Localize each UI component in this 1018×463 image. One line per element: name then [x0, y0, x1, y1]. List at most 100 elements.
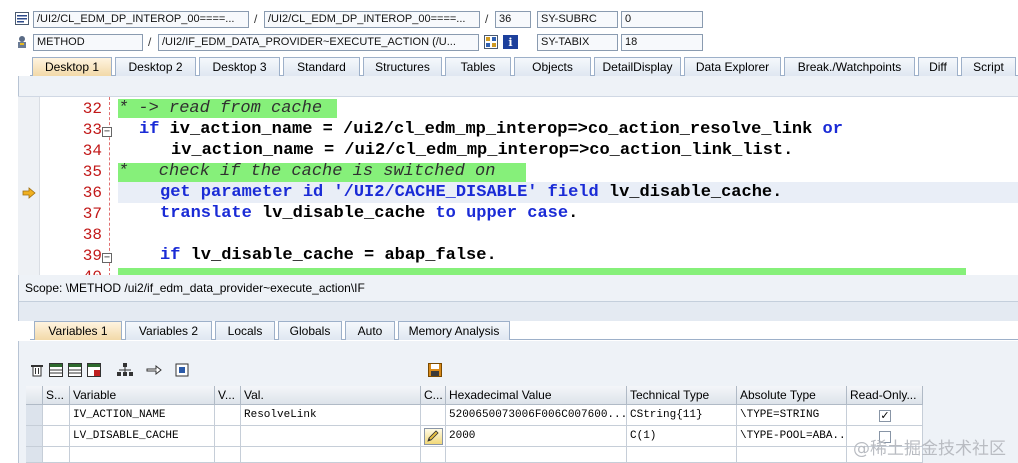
tab-desktop-3[interactable]: Desktop 3 — [199, 57, 280, 76]
tab-diff[interactable]: Diff — [918, 57, 958, 76]
table-settings-icon[interactable] — [86, 363, 102, 379]
tab-break-watchpoints[interactable]: Break./Watchpoints — [784, 57, 915, 76]
table-cell-empty — [737, 447, 847, 463]
program-field[interactable]: /UI2/CL_EDM_DP_INTEROP_00====... — [33, 11, 249, 28]
table-cell-value[interactable]: ResolveLink — [241, 405, 421, 426]
column-header-selector[interactable] — [26, 386, 43, 405]
code-line-39: if lv_disable_cache = abap_false. — [160, 245, 497, 266]
tab-objects[interactable]: Objects — [514, 57, 591, 76]
include-field[interactable]: /UI2/CL_EDM_DP_INTEROP_00====... — [264, 11, 480, 28]
tab-tables[interactable]: Tables — [445, 57, 511, 76]
watermark-text: @稀土掘金技术社区 — [853, 439, 1006, 459]
table-cell-empty — [627, 447, 737, 463]
tab-globals[interactable]: Globals — [278, 321, 342, 340]
tab-auto[interactable]: Auto — [345, 321, 395, 340]
tab-desktop-1[interactable]: Desktop 1 — [32, 57, 112, 76]
row-selector[interactable] — [26, 447, 43, 463]
tab-script[interactable]: Script — [961, 57, 1016, 76]
separator: / — [485, 12, 489, 26]
line-numbers: 32 33 34 35 36 37 38 39 40 — [40, 97, 110, 275]
column-header-value[interactable]: Val. — [241, 386, 421, 405]
splitter[interactable] — [18, 301, 1018, 321]
sysfield-value-1[interactable]: 0 — [621, 11, 703, 28]
delete-icon[interactable] — [29, 363, 45, 379]
table-cell-status — [43, 405, 70, 426]
save-icon[interactable] — [427, 363, 443, 379]
fold-toggle-icon[interactable]: − — [102, 127, 112, 137]
table-cell-v — [215, 405, 241, 426]
tab-detail-display[interactable]: DetailDisplay — [594, 57, 681, 76]
margin-line — [109, 97, 110, 275]
column-header-c[interactable]: C... — [421, 386, 446, 405]
table-cell-empty[interactable] — [70, 447, 215, 463]
string-literal: '/UI2/CACHE_DISABLE' — [323, 183, 548, 202]
table-cell-variable[interactable]: IV_ACTION_NAME — [70, 405, 215, 426]
table-cell-empty — [241, 447, 421, 463]
line-number: 35 — [82, 163, 102, 181]
edit-pencil-icon[interactable] — [424, 428, 443, 445]
code-text: lv_disable_cache = abap_false. — [180, 246, 497, 265]
event-field[interactable]: /UI2/IF_EDM_DATA_PROVIDER~EXECUTE_ACTION… — [158, 34, 479, 51]
program-icon — [14, 11, 29, 26]
line-number: 39 — [82, 247, 102, 265]
comment-text: * check if the cache is switched on — [118, 162, 496, 181]
code-text: iv_action_name = /ui2/cl_edm_mp_interop=… — [171, 141, 794, 160]
code-line-36: get parameter id '/UI2/CACHE_DISABLE' fi… — [160, 182, 782, 203]
code-line-33: if iv_action_name = /ui2/cl_edm_mp_inter… — [139, 119, 843, 140]
line-number: 40 — [42, 267, 102, 275]
keyword: get parameter id — [160, 183, 324, 202]
tab-locals[interactable]: Locals — [215, 321, 275, 340]
tab-variables-2[interactable]: Variables 2 — [125, 321, 212, 340]
table-cell-hex: 2000 — [446, 426, 627, 447]
object-list-icon[interactable] — [483, 34, 498, 49]
breakpoint-gutter[interactable] — [18, 97, 40, 275]
column-header-technical-type[interactable]: Technical Type — [627, 386, 737, 405]
filter-icon[interactable] — [174, 363, 190, 379]
line-number: 34 — [82, 142, 102, 160]
tab-data-explorer[interactable]: Data Explorer — [684, 57, 781, 76]
table-view-icon[interactable] — [48, 363, 64, 379]
sysfield-name-1[interactable]: SY-SUBRC — [537, 11, 618, 28]
line-number: 37 — [82, 205, 102, 223]
table-edit-icon[interactable] — [67, 363, 83, 379]
fold-toggle-icon[interactable]: − — [102, 253, 112, 263]
event-type-field[interactable]: METHOD — [33, 34, 143, 51]
column-header-variable[interactable]: Variable — [70, 386, 215, 405]
sysfield-value-2[interactable]: 18 — [621, 34, 703, 51]
line-number-field[interactable]: 36 — [495, 11, 531, 28]
read-only-checkbox: ✓ — [879, 410, 891, 422]
source-editor[interactable]: 32 33 34 35 36 37 38 39 40 − − * -> read… — [18, 96, 1018, 275]
keyword: or — [822, 120, 843, 139]
column-header-read-only[interactable]: Read-Only... — [847, 386, 923, 405]
column-header-hex[interactable]: Hexadecimal Value — [446, 386, 627, 405]
info-icon[interactable]: i — [503, 34, 518, 49]
navigate-icon[interactable] — [146, 363, 162, 379]
keyword: translate — [160, 204, 252, 223]
table-cell-variable[interactable]: LV_DISABLE_CACHE — [70, 426, 215, 447]
tab-variables-1[interactable]: Variables 1 — [34, 321, 122, 340]
hierarchy-icon[interactable] — [117, 363, 133, 379]
svg-text:i: i — [508, 36, 512, 49]
scope-text: Scope: \METHOD /ui2/if_edm_data_provider… — [25, 281, 365, 295]
table-cell-empty — [421, 447, 446, 463]
code-line-34: iv_action_name = /ui2/cl_edm_mp_interop=… — [171, 140, 793, 161]
tab-memory-analysis[interactable]: Memory Analysis — [398, 321, 510, 340]
code-line-35: * check if the cache is switched on — [118, 161, 495, 182]
tab-structures[interactable]: Structures — [363, 57, 442, 76]
tab-standard[interactable]: Standard — [283, 57, 360, 76]
column-header-status[interactable]: S... — [43, 386, 70, 405]
table-cell-empty — [446, 447, 627, 463]
keyword: to upper case — [435, 204, 569, 223]
row-selector[interactable] — [26, 405, 43, 426]
table-cell-technical-type: CString{11} — [627, 405, 737, 426]
separator: / — [148, 35, 152, 49]
table-cell-value[interactable] — [241, 426, 421, 447]
sysfield-name-2[interactable]: SY-TABIX — [537, 34, 618, 51]
column-header-v[interactable]: V... — [215, 386, 241, 405]
separator: / — [254, 12, 258, 26]
row-selector[interactable] — [26, 426, 43, 447]
table-cell-v — [215, 426, 241, 447]
table-cell-change — [421, 405, 446, 426]
column-header-absolute-type[interactable]: Absolute Type — [737, 386, 847, 405]
tab-desktop-2[interactable]: Desktop 2 — [115, 57, 196, 76]
